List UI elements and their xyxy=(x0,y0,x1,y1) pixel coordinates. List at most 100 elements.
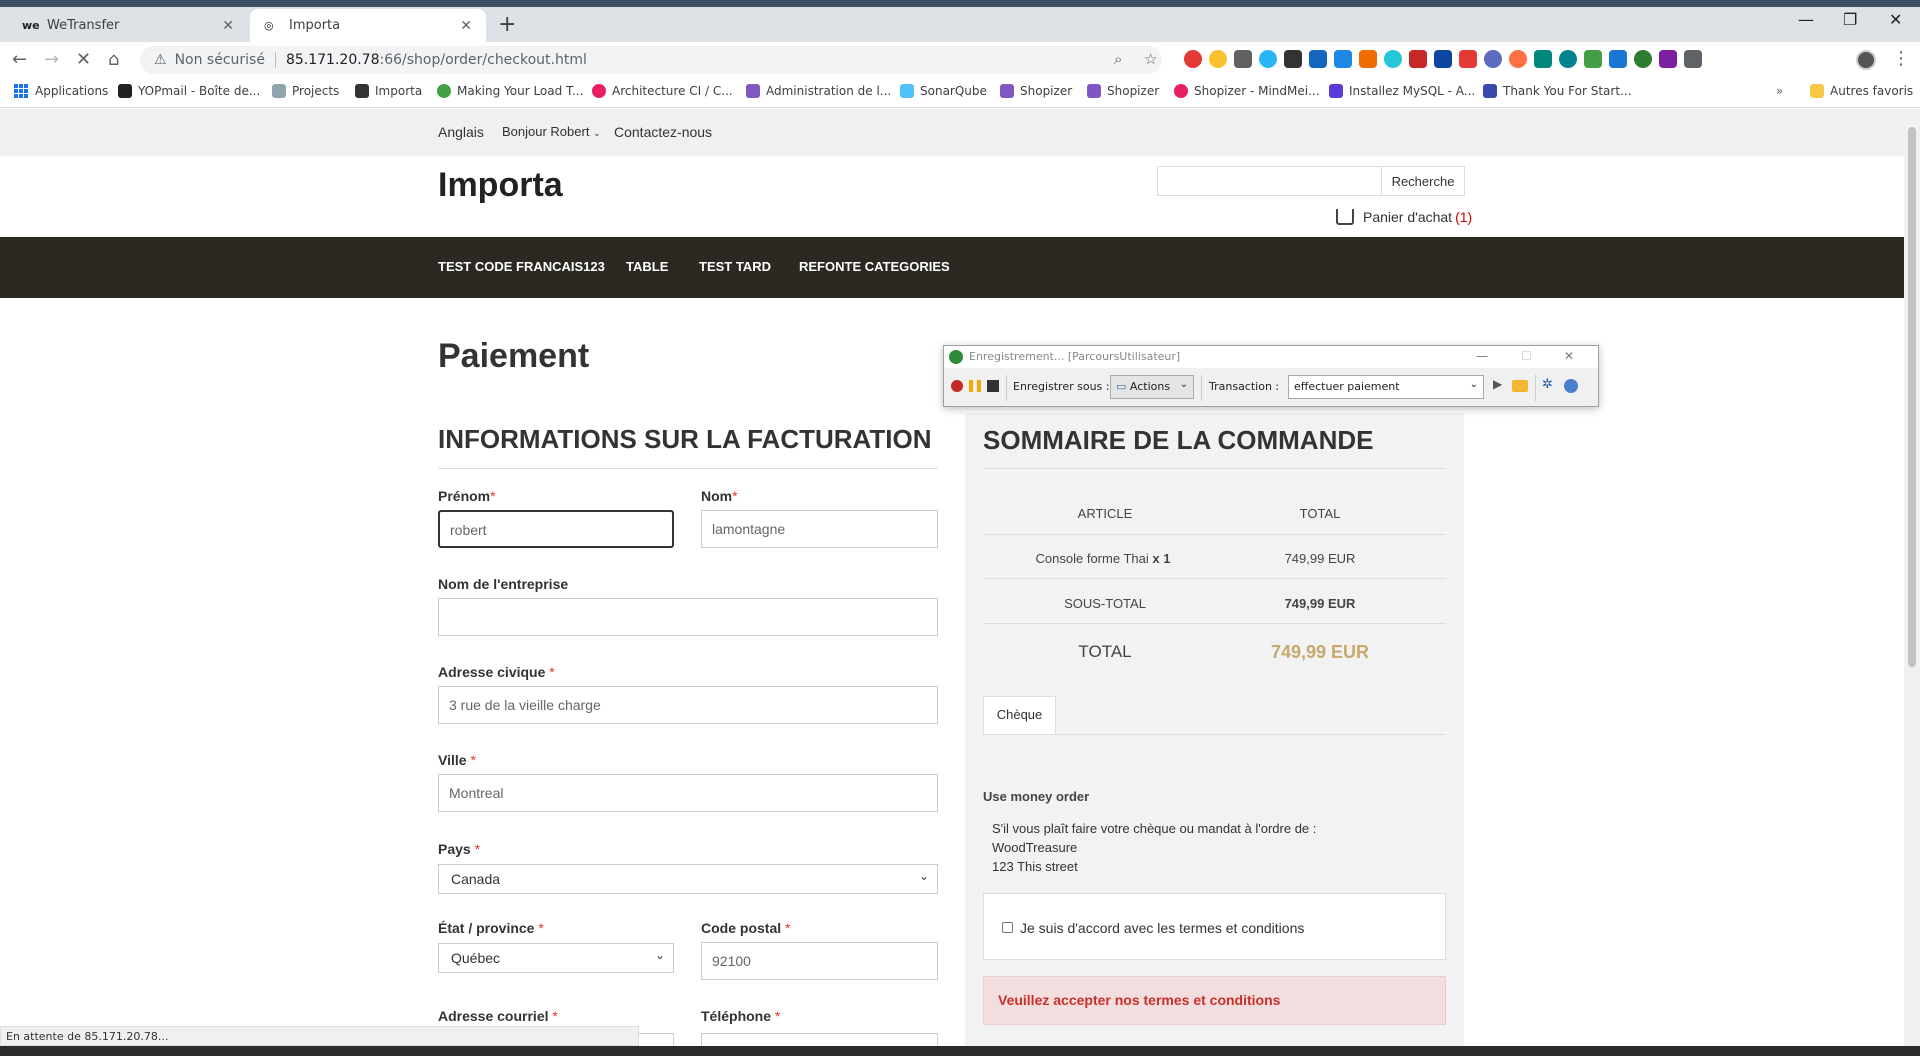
extension-icon[interactable] xyxy=(1484,50,1502,68)
star-icon[interactable]: ☆ xyxy=(1144,50,1157,68)
bookmark-item[interactable]: SonarQube xyxy=(900,84,987,98)
bookmark-item[interactable]: Architecture CI / C... xyxy=(592,84,733,98)
bookmark-item[interactable]: Projects xyxy=(272,84,339,98)
bookmark-item[interactable]: Shopizer xyxy=(1087,84,1159,98)
state-select[interactable]: Québec ⌄ xyxy=(438,943,674,973)
transaction-select[interactable]: effectuer paiement ⌄ xyxy=(1288,375,1484,399)
medium-extension-icon[interactable] xyxy=(1284,50,1302,68)
page-scrollbar[interactable] xyxy=(1904,109,1920,1046)
bookmark-apps[interactable]: Applications xyxy=(14,84,108,98)
react-extension-icon[interactable] xyxy=(1259,50,1277,68)
close-icon[interactable]: ✕ xyxy=(222,18,234,34)
home-icon[interactable]: ⌂ xyxy=(108,49,119,70)
address-label: Adresse civique * xyxy=(438,664,555,680)
bookmark-item[interactable]: Installez MySQL - A... xyxy=(1329,84,1475,98)
link-extension-icon[interactable] xyxy=(1234,50,1252,68)
extension-icon[interactable] xyxy=(1509,50,1527,68)
extension-icon[interactable] xyxy=(1334,50,1352,68)
extension-icon[interactable] xyxy=(1434,50,1452,68)
minimize-icon[interactable]: — xyxy=(1476,349,1488,363)
record-icon[interactable] xyxy=(951,380,963,392)
close-icon[interactable]: ✕ xyxy=(1564,349,1574,363)
grid-extension-icon[interactable] xyxy=(1459,50,1477,68)
bookmark-folder-other[interactable]: Autres favoris xyxy=(1810,84,1913,98)
stop-loading-icon[interactable]: ✕ xyxy=(76,49,91,70)
bookmark-item[interactable]: Shopizer - MindMei... xyxy=(1174,84,1320,98)
cart-link[interactable]: Panier d'achat (1) xyxy=(1336,209,1472,225)
back-icon[interactable]: ← xyxy=(12,49,27,70)
address-field[interactable]: 3 rue de la vieille charge xyxy=(438,686,938,724)
minimize-icon[interactable]: — xyxy=(1798,10,1814,29)
phone-field[interactable] xyxy=(701,1033,938,1046)
extension-icon[interactable] xyxy=(1184,50,1202,68)
restore-icon[interactable]: ❐ xyxy=(1843,10,1857,29)
bookmark-item[interactable]: Administration de l... xyxy=(746,84,891,98)
zoom-icon[interactable]: ⌕ xyxy=(1114,50,1122,68)
terms-label[interactable]: Je suis d'accord avec les termes et cond… xyxy=(1020,920,1304,936)
stop-icon[interactable] xyxy=(987,380,999,392)
pdf-extension-icon[interactable] xyxy=(1409,50,1427,68)
extension-icon[interactable] xyxy=(1384,50,1402,68)
maximize-icon[interactable]: ☐ xyxy=(1521,349,1532,363)
tab-importa[interactable]: ◎ Importa ✕ xyxy=(250,9,486,42)
last-name-field[interactable]: lamontagne xyxy=(701,510,938,548)
country-select[interactable]: Canada ⌄ xyxy=(438,864,938,894)
search-input[interactable] xyxy=(1157,166,1382,196)
bookmark-item[interactable]: Thank You For Start... xyxy=(1483,84,1631,98)
extension-icon[interactable] xyxy=(1559,50,1577,68)
postal-field[interactable]: 92100 xyxy=(701,942,938,980)
target-icon[interactable]: ✲ xyxy=(1542,377,1554,392)
window-close-icon[interactable]: ✕ xyxy=(1889,10,1902,29)
contact-link[interactable]: Contactez-nous xyxy=(614,124,712,140)
extension-icon[interactable] xyxy=(1359,50,1377,68)
terms-checkbox[interactable] xyxy=(1002,922,1013,933)
evernote-extension-icon[interactable] xyxy=(1634,50,1652,68)
open-folder-icon[interactable] xyxy=(1512,380,1528,392)
play-arrow-icon[interactable]: ▶ xyxy=(1493,377,1505,391)
payment-heading: Use money order xyxy=(983,789,1090,804)
bookmark-item[interactable]: YOPmail - Boîte de... xyxy=(118,84,260,98)
nav-item[interactable]: TEST CODE FRANCAIS123 xyxy=(438,259,605,274)
scrollbar-thumb[interactable] xyxy=(1908,127,1916,667)
help-icon[interactable] xyxy=(1564,379,1578,393)
save-as-select[interactable]: ▭ Actions ⌄ xyxy=(1110,375,1194,399)
forward-icon[interactable]: → xyxy=(44,49,59,70)
url-host: 85.171.20.78 xyxy=(285,52,380,68)
chevron-down-icon: ⌄ xyxy=(1469,379,1478,390)
company-field[interactable] xyxy=(438,598,938,636)
bookmark-label: Applications xyxy=(35,84,109,98)
address-bar[interactable]: ⚠ Non sécurisé 85.171.20.78:66/shop/orde… xyxy=(140,46,1162,74)
city-field[interactable]: Montreal xyxy=(438,774,938,812)
bookmark-item[interactable]: Importa xyxy=(355,84,422,98)
extension-icon[interactable] xyxy=(1209,50,1227,68)
nav-item[interactable]: REFONTE CATEGORIES xyxy=(799,259,950,274)
extension-icon[interactable] xyxy=(1584,50,1602,68)
user-menu[interactable]: Bonjour Robert ⌄ xyxy=(502,124,601,139)
tab-cheque[interactable]: Chèque xyxy=(983,696,1056,734)
menu-icon[interactable]: ⋮ xyxy=(1892,48,1910,69)
chevron-down-icon: ⌄ xyxy=(654,948,665,962)
nav-item[interactable]: TEST TARD xyxy=(699,259,771,274)
nav-item[interactable]: TABLE xyxy=(626,259,668,274)
total-label: TOTAL xyxy=(1078,642,1132,661)
bookmark-item[interactable]: Shopizer xyxy=(1000,84,1072,98)
folder-icon xyxy=(1810,84,1824,98)
extension-icon[interactable] xyxy=(1309,50,1327,68)
shop-logo[interactable]: Importa xyxy=(438,166,563,205)
puzzle-icon[interactable] xyxy=(1684,50,1702,68)
onenote-extension-icon[interactable] xyxy=(1659,50,1677,68)
pause-icon[interactable] xyxy=(969,380,981,392)
close-icon[interactable]: ✕ xyxy=(460,18,472,34)
language-link[interactable]: Anglais xyxy=(438,124,484,140)
tab-wetransfer[interactable]: we WeTransfer ✕ xyxy=(8,9,248,42)
extension-icon[interactable] xyxy=(1534,50,1552,68)
avatar[interactable] xyxy=(1856,50,1876,70)
extension-icon[interactable] xyxy=(1609,50,1627,68)
chevron-down-icon: ⌄ xyxy=(918,869,929,883)
first-name-field[interactable]: robert xyxy=(438,510,674,548)
bookmarks-overflow-icon[interactable]: » xyxy=(1776,84,1783,98)
bookmark-label: Architecture CI / C... xyxy=(612,84,733,98)
search-button[interactable]: Recherche xyxy=(1381,166,1465,196)
new-tab-icon[interactable]: + xyxy=(498,12,516,37)
bookmark-item[interactable]: Making Your Load T... xyxy=(437,84,583,98)
